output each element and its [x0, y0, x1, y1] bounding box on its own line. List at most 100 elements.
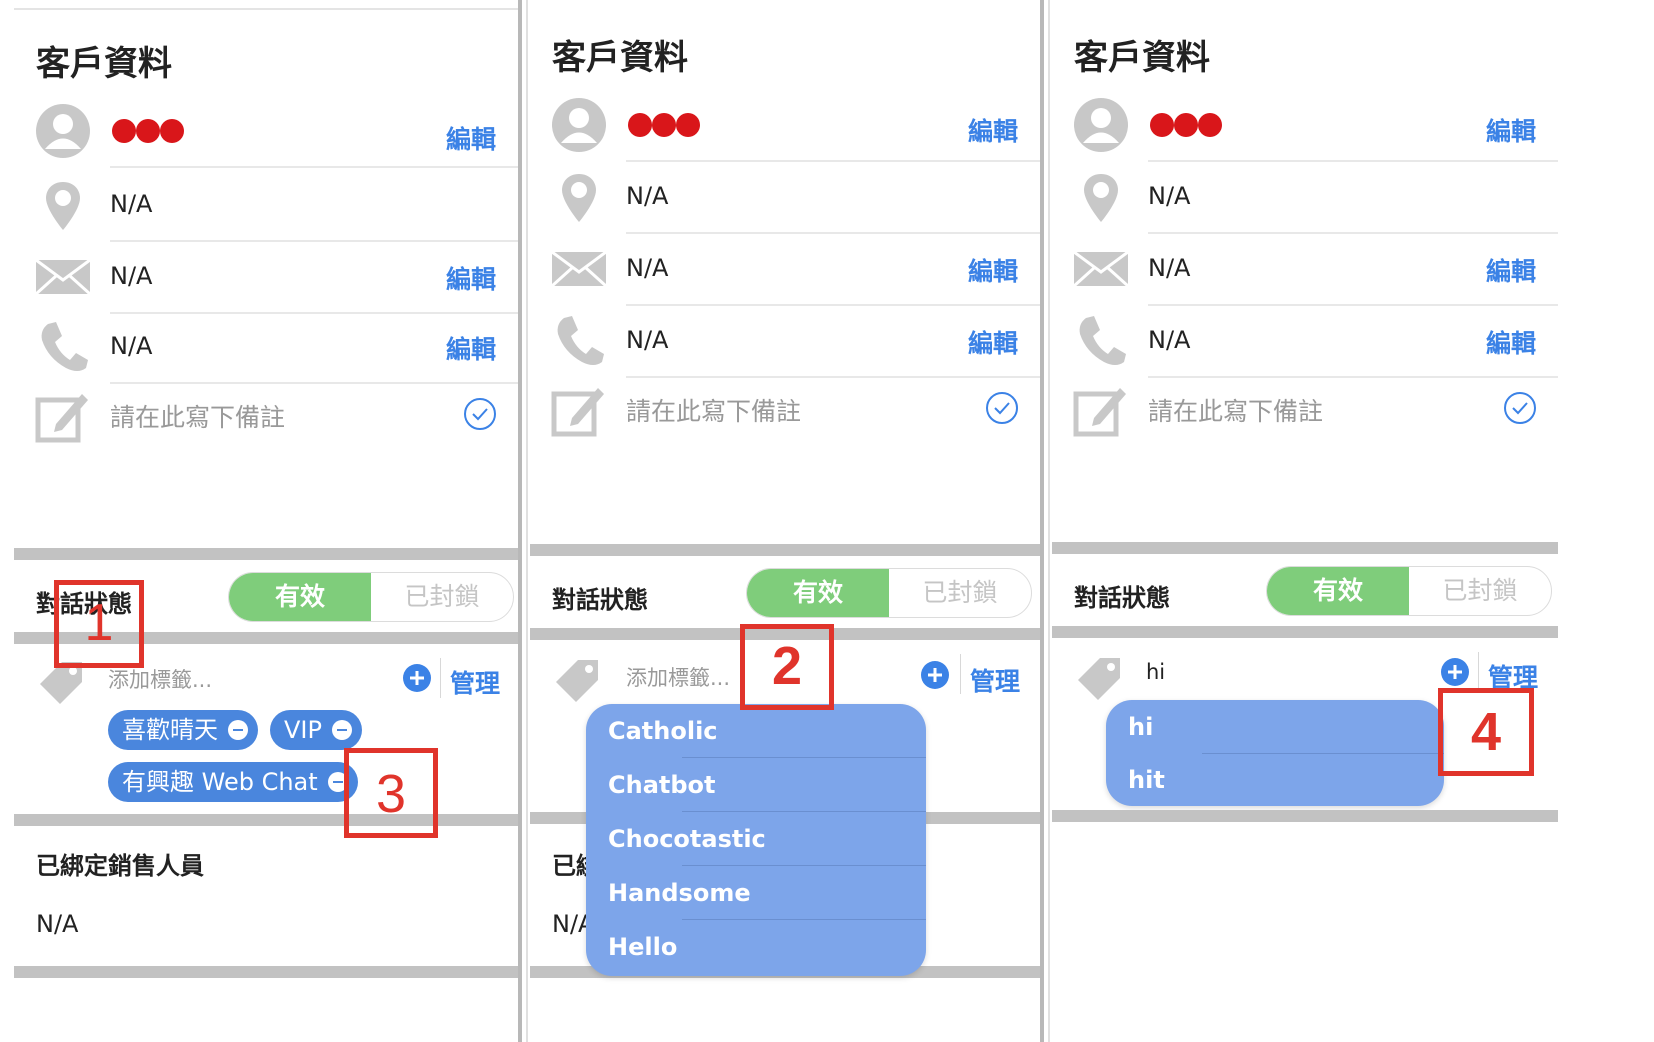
- annotation-number: 2: [771, 636, 803, 696]
- name-row: 編輯: [1052, 88, 1558, 162]
- dropdown-option-label: Chatbot: [608, 771, 716, 799]
- dropdown-option[interactable]: hit: [1106, 754, 1444, 806]
- location-pin-icon: [46, 182, 80, 230]
- dropdown-option[interactable]: Chatbot: [586, 758, 926, 812]
- dropdown-option[interactable]: Hello: [586, 920, 926, 974]
- status-toggle[interactable]: 有效 已封鎖: [228, 572, 514, 622]
- top-border: [14, 8, 518, 10]
- dropdown-option-label: hit: [1128, 766, 1165, 794]
- note-input[interactable]: 請在此寫下備註: [1148, 392, 1323, 428]
- tag-chip[interactable]: 有興趣 Web Chat: [108, 762, 358, 802]
- minus-circle-icon[interactable]: [228, 720, 248, 740]
- phone-icon: [1079, 316, 1126, 365]
- phone-value: N/A: [110, 332, 153, 360]
- note-row: 請在此寫下備註: [1052, 374, 1558, 448]
- edit-email-button[interactable]: 編輯: [446, 260, 496, 296]
- dropdown-option[interactable]: Chocotastic: [586, 812, 926, 866]
- tag-chip[interactable]: 喜歡晴天: [108, 710, 258, 750]
- status-active-option[interactable]: 有效: [1267, 567, 1409, 615]
- annotation-callout-4: 4: [1438, 688, 1534, 776]
- customer-panel-2: 客戶資料 編輯 N/A N/A 編輯 N/A 編輯 請在此寫下備註 對話狀態 有…: [530, 0, 1040, 1042]
- location-pin-icon: [562, 174, 596, 222]
- note-input[interactable]: 請在此寫下備註: [626, 392, 801, 428]
- dropdown-option[interactable]: hi: [1106, 700, 1444, 754]
- annotation-callout-1: 1: [54, 580, 144, 668]
- tag-chip[interactable]: VIP: [270, 710, 362, 750]
- edit-name-button[interactable]: 編輯: [1486, 112, 1536, 148]
- section-divider: [1052, 542, 1558, 554]
- edit-email-button[interactable]: 編輯: [1486, 252, 1536, 288]
- note-edit-icon: [1073, 388, 1126, 437]
- status-blocked-option[interactable]: 已封鎖: [1409, 567, 1551, 615]
- panel-separator: [1040, 0, 1044, 1042]
- status-toggle[interactable]: 有效 已封鎖: [746, 568, 1032, 618]
- note-input[interactable]: 請在此寫下備註: [110, 398, 285, 434]
- status-active-option[interactable]: 有效: [229, 573, 371, 621]
- status-active-option[interactable]: 有效: [747, 569, 889, 617]
- plus-circle-icon[interactable]: [1440, 657, 1470, 687]
- avatar-icon: [36, 104, 90, 158]
- avatar-icon: [552, 98, 606, 152]
- location-row: N/A: [14, 168, 518, 242]
- panel-separator: [518, 0, 522, 1042]
- tag-chip-label: VIP: [284, 716, 322, 744]
- tag-input[interactable]: 添加標籤...: [108, 664, 212, 694]
- phone-row: N/A 編輯: [530, 304, 1040, 378]
- edit-name-button[interactable]: 編輯: [968, 112, 1018, 148]
- dropdown-option[interactable]: Handsome: [586, 866, 926, 920]
- check-circle-icon[interactable]: [984, 390, 1020, 426]
- red-dots-icon: [112, 119, 184, 143]
- tag-icon: [1078, 658, 1120, 700]
- panel-title: 客戶資料: [1074, 38, 1210, 78]
- tag-input[interactable]: hi: [1146, 660, 1165, 684]
- note-row: 請在此寫下備註: [14, 380, 518, 454]
- sales-value: N/A: [36, 910, 79, 938]
- annotation-number: 3: [375, 764, 407, 824]
- check-circle-icon[interactable]: [1502, 390, 1538, 426]
- email-value: N/A: [1148, 254, 1191, 282]
- edit-phone-button[interactable]: 編輯: [968, 324, 1018, 360]
- envelope-icon: [34, 258, 92, 296]
- manage-tags-button[interactable]: 管理: [450, 664, 500, 700]
- dropdown-option-label: Hello: [608, 933, 678, 961]
- status-blocked-option[interactable]: 已封鎖: [371, 573, 513, 621]
- check-circle-icon[interactable]: [462, 396, 498, 432]
- dropdown-option-label: Chocotastic: [608, 825, 766, 853]
- minus-circle-icon[interactable]: [331, 720, 352, 740]
- panel-title: 客戶資料: [552, 38, 688, 78]
- envelope-icon: [550, 250, 608, 288]
- email-row: N/A 編輯: [1052, 232, 1558, 306]
- tag-suggestion-dropdown: Catholic Chatbot Chocotastic Handsome He…: [586, 704, 926, 976]
- section-divider: [14, 966, 518, 978]
- edit-name-button[interactable]: 編輯: [446, 120, 496, 156]
- location-row: N/A: [530, 160, 1040, 234]
- customer-panel-1: 客戶資料 編輯 N/A N/A 編輯 N/A 編輯 請在此寫下備註 對話狀態 有…: [14, 0, 518, 1042]
- dropdown-option-label: Handsome: [608, 879, 751, 907]
- tag-suggestion-dropdown: hi hit: [1106, 700, 1444, 806]
- location-row: N/A: [1052, 160, 1558, 234]
- manage-separator: [1478, 652, 1479, 692]
- plus-circle-icon[interactable]: [920, 660, 950, 690]
- phone-row: N/A 編輯: [14, 310, 518, 384]
- phone-value: N/A: [1148, 326, 1191, 354]
- edit-phone-button[interactable]: 編輯: [446, 330, 496, 366]
- tag-input[interactable]: 添加標籤...: [626, 662, 730, 692]
- section-divider: [1052, 810, 1558, 822]
- edit-phone-button[interactable]: 編輯: [1486, 324, 1536, 360]
- location-value: N/A: [110, 190, 153, 218]
- manage-tags-button[interactable]: 管理: [970, 662, 1020, 698]
- panel-separator: [1048, 0, 1050, 1042]
- email-row: N/A 編輯: [14, 240, 518, 314]
- note-edit-icon: [551, 388, 604, 437]
- tag-icon: [556, 660, 598, 702]
- annotation-callout-3: 3: [344, 748, 438, 838]
- status-label: 對話狀態: [1074, 584, 1170, 612]
- annotation-callout-2: 2: [740, 624, 834, 710]
- edit-email-button[interactable]: 編輯: [968, 252, 1018, 288]
- plus-circle-icon[interactable]: [402, 663, 432, 693]
- status-blocked-option[interactable]: 已封鎖: [889, 569, 1031, 617]
- status-toggle[interactable]: 有效 已封鎖: [1266, 566, 1552, 616]
- tag-chip-label: 喜歡晴天: [122, 716, 218, 744]
- dropdown-option[interactable]: Catholic: [586, 704, 926, 758]
- annotation-number: 4: [1470, 702, 1502, 762]
